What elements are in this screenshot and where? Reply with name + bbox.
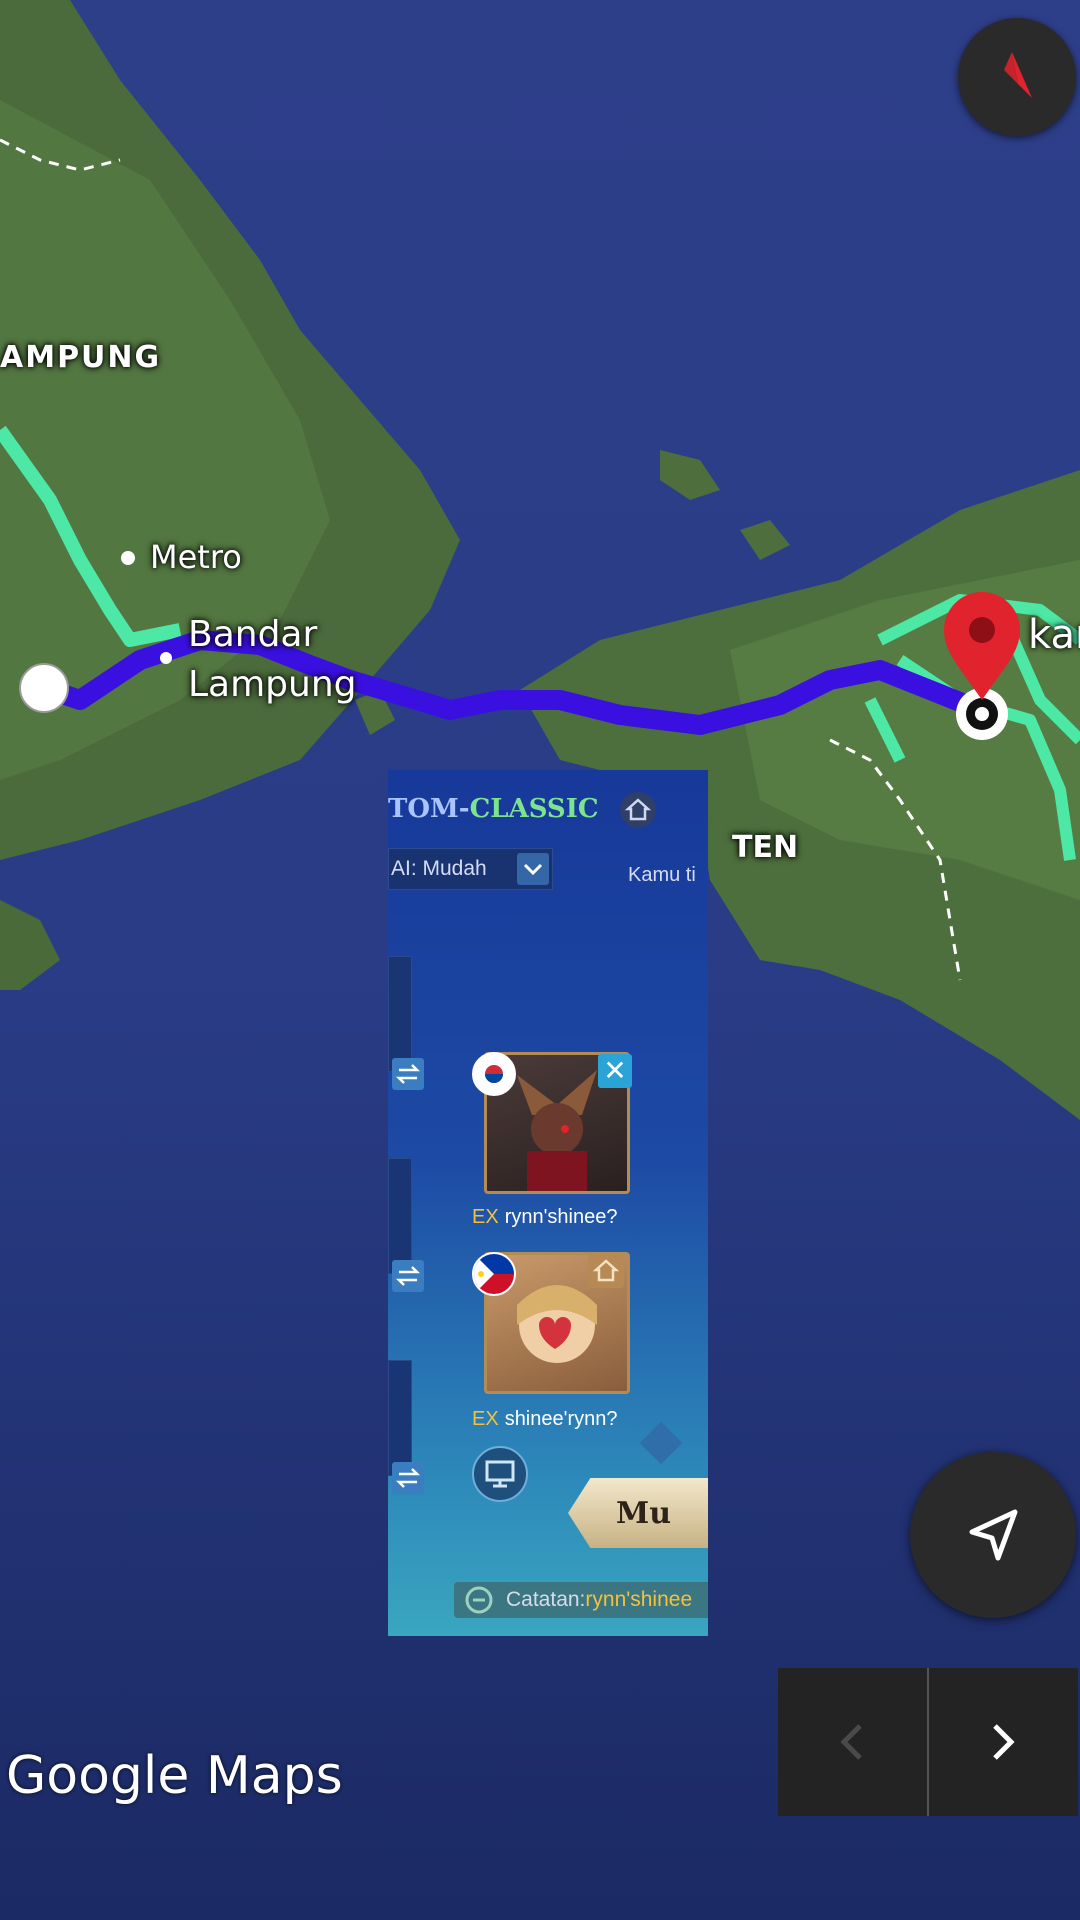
destination-ring-center: [975, 707, 989, 721]
previous-button[interactable]: [778, 1668, 926, 1816]
ai-difficulty-value: AI: Mudah: [391, 857, 487, 880]
spectate-button[interactable]: [472, 1446, 528, 1502]
start-match-label: Mu: [616, 1496, 672, 1531]
chevron-left-icon: [840, 1724, 862, 1760]
note-value: rynn'shinee: [585, 1588, 693, 1611]
philippines-flag-icon: [472, 1252, 516, 1296]
house-icon: [592, 1259, 620, 1282]
swap-button[interactable]: [392, 1260, 424, 1292]
mode-title: TOM-CLASSIC: [388, 794, 599, 824]
origin-marker: [19, 663, 69, 713]
swap-button[interactable]: [392, 1058, 424, 1090]
player-name-label: EX shinee'rynn?: [472, 1408, 617, 1431]
note-text: Catatan:rynn'shinee: [506, 1588, 692, 1612]
mode-title-suffix: CLASSIC: [469, 794, 599, 824]
game-lobby-panel: TOM-CLASSIC AI: Mudah Kamu ti ✕ EXrynn': [388, 770, 708, 1636]
swap-button[interactable]: [392, 1462, 424, 1494]
google-maps-watermark: Google Maps: [6, 1746, 343, 1806]
info-text: Kamu ti: [628, 864, 696, 886]
team-slot[interactable]: [388, 1158, 412, 1274]
note-icon: [465, 1586, 493, 1614]
next-button[interactable]: [929, 1668, 1077, 1816]
label-bandar-lampung: Bandar Lampung: [188, 614, 357, 705]
label-lampung: AMPUNG: [0, 340, 162, 375]
player-name: rynn'shinee?: [504, 1206, 618, 1228]
team-slot[interactable]: [388, 1360, 412, 1476]
bandar-city-dot: [160, 652, 172, 664]
team-slot[interactable]: [388, 956, 412, 1072]
ai-difficulty-select[interactable]: AI: Mudah: [388, 848, 553, 890]
player-rank-badge: EX: [472, 1408, 499, 1430]
label-jakarta: kar: [1028, 612, 1080, 658]
monitor-icon: [485, 1460, 515, 1488]
compass-button[interactable]: [958, 18, 1076, 136]
swap-icon: [395, 1266, 421, 1286]
chevron-down-icon: [523, 863, 543, 876]
label-banten: TEN: [732, 830, 799, 865]
note-bar: Catatan:rynn'shinee: [454, 1582, 708, 1618]
home-button[interactable]: [620, 792, 656, 828]
pager-controls: [778, 1668, 1078, 1816]
host-badge: [588, 1254, 624, 1288]
player-name: shinee'rynn?: [504, 1408, 618, 1430]
player-rank-badge: EX: [472, 1206, 499, 1228]
swap-icon: [395, 1064, 421, 1084]
note-label: Catatan:: [506, 1588, 586, 1611]
recenter-button[interactable]: [910, 1452, 1076, 1618]
compass-icon: [1004, 52, 1038, 104]
start-match-button[interactable]: Mu: [568, 1478, 708, 1548]
ready-icon: [639, 1421, 683, 1465]
navigation-arrow-icon: [969, 1509, 1018, 1561]
chevron-right-icon: [993, 1724, 1015, 1760]
destination-pin-hole: [969, 617, 995, 643]
player-name-label: EX rynn'shinee?: [472, 1206, 617, 1229]
label-metro: Metro: [150, 538, 242, 576]
dropdown-button[interactable]: [517, 853, 549, 885]
metro-city-dot: [121, 551, 135, 565]
house-icon: [624, 798, 652, 821]
korea-flag-icon: [472, 1052, 516, 1096]
kick-player-button[interactable]: ✕: [598, 1054, 632, 1088]
swap-icon: [395, 1468, 421, 1488]
close-icon: ✕: [603, 1055, 627, 1086]
mode-title-prefix: TOM-: [388, 794, 470, 824]
